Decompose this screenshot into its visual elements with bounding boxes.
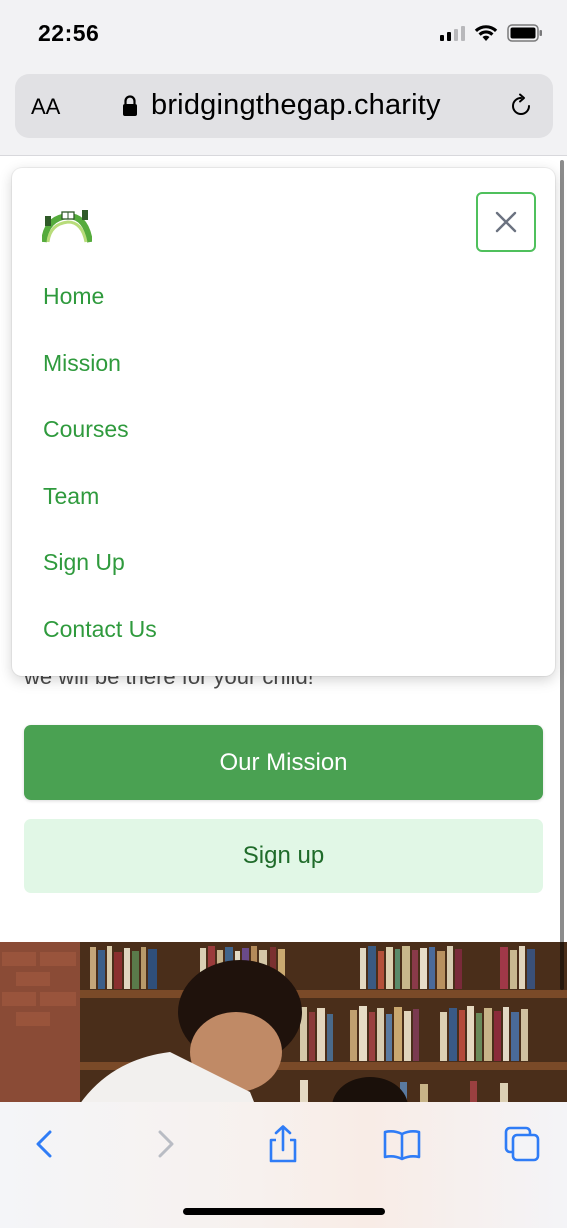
back-icon[interactable] (24, 1124, 64, 1164)
menu-item-sign-up[interactable]: Sign Up (43, 532, 157, 599)
text-size-button[interactable]: AA (31, 94, 60, 120)
menu-item-courses[interactable]: Courses (43, 399, 157, 466)
cellular-signal-icon (440, 25, 465, 41)
text-size-label: AA (31, 94, 61, 119)
menu-item-contact-us[interactable]: Contact Us (43, 599, 157, 666)
browser-chrome: AA bridgingthegap.charity (0, 70, 567, 156)
our-mission-button[interactable]: Our Mission (24, 725, 543, 800)
logo[interactable] (42, 206, 92, 244)
close-icon (495, 211, 517, 233)
reload-icon[interactable] (507, 92, 535, 120)
bookmarks-icon[interactable] (382, 1124, 422, 1164)
scroll-indicator[interactable] (560, 160, 564, 990)
menu-item-mission[interactable]: Mission (43, 333, 157, 400)
url-text[interactable]: bridgingthegap.charity (151, 89, 441, 122)
close-menu-button[interactable] (476, 192, 536, 252)
status-bar: 22:56 (0, 0, 567, 70)
lock-icon (123, 95, 137, 116)
share-icon[interactable] (263, 1124, 303, 1164)
sign-up-button[interactable]: Sign up (24, 819, 543, 893)
address-bar[interactable]: AA bridgingthegap.charity (15, 74, 553, 138)
tabs-icon[interactable] (502, 1124, 542, 1164)
menu-item-home[interactable]: Home (43, 266, 157, 333)
forward-icon[interactable] (146, 1124, 186, 1164)
wifi-icon (474, 25, 498, 41)
status-time: 22:56 (38, 20, 100, 46)
battery-icon (507, 24, 542, 42)
nav-menu-list: Home Mission Courses Team Sign Up Contac… (43, 266, 157, 665)
home-indicator (183, 1208, 385, 1215)
menu-item-team[interactable]: Team (43, 466, 157, 533)
status-icons (440, 24, 543, 42)
nav-menu-panel: Home Mission Courses Team Sign Up Contac… (12, 168, 555, 676)
